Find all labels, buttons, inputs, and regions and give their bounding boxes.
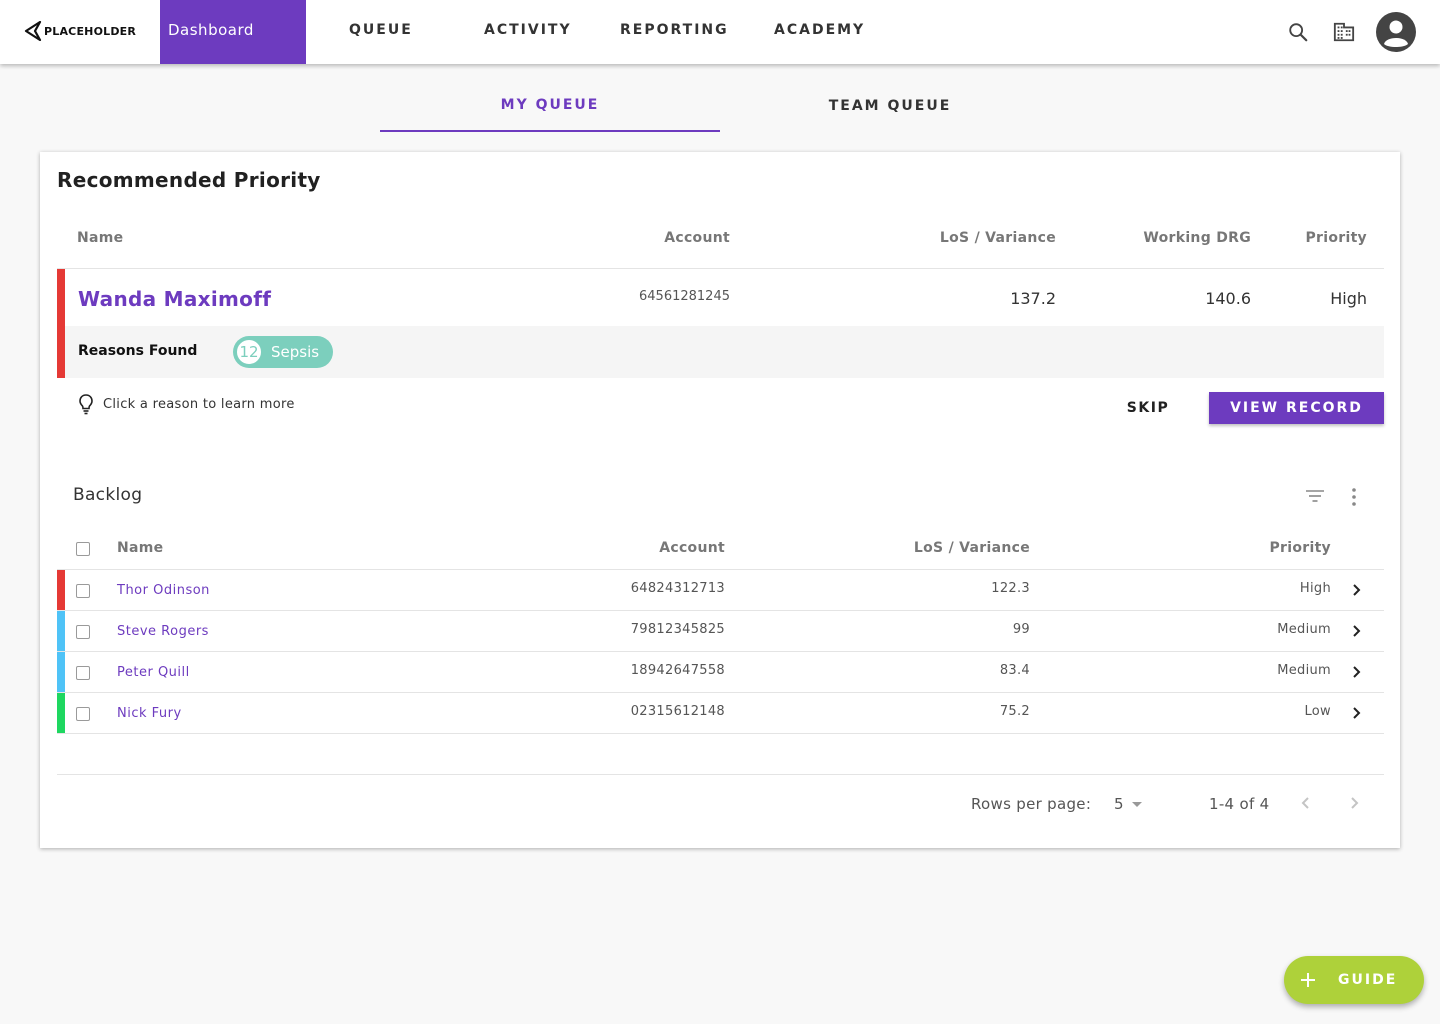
row-los-variance: 122.3 xyxy=(991,581,1030,596)
search-icon[interactable] xyxy=(1286,20,1310,44)
chevron-right-icon[interactable] xyxy=(1347,795,1361,811)
backlog-title: Backlog xyxy=(73,485,143,505)
priority-indicator-bar xyxy=(57,611,65,651)
header-working-drg: Working DRG xyxy=(1143,230,1251,246)
header-name: Name xyxy=(77,230,124,246)
reason-chip-count: 12 xyxy=(235,338,263,366)
queue-card: Recommended Priority Name Account LoS / … xyxy=(40,152,1400,848)
patient-priority: High xyxy=(1330,289,1367,308)
guide-button[interactable]: GUIDE xyxy=(1284,956,1424,1004)
account-avatar-icon[interactable] xyxy=(1375,11,1417,53)
row-priority: Low xyxy=(1304,704,1331,719)
pagination-divider xyxy=(57,774,1384,775)
row-checkbox[interactable] xyxy=(76,707,90,721)
rows-per-page-label: Rows per page: xyxy=(971,795,1092,813)
priority-indicator-bar xyxy=(57,693,65,733)
backlog-header-los-variance: LoS / Variance xyxy=(913,540,1030,556)
chevron-right-icon[interactable] xyxy=(1349,664,1363,680)
nav-dashboard[interactable]: Dashboard xyxy=(160,0,306,64)
patient-los-variance: 137.2 xyxy=(1010,289,1056,308)
nav-reporting[interactable]: REPORTING xyxy=(620,0,729,64)
reason-chip-sepsis[interactable]: 12 Sepsis xyxy=(233,336,333,368)
top-navigation-bar: PLACEHOLDER Dashboard QUEUE ACTIVITY REP… xyxy=(0,0,1440,64)
recommended-priority-title: Recommended Priority xyxy=(57,168,321,192)
row-checkbox[interactable] xyxy=(76,584,90,598)
table-row[interactable]: Steve Rogers 79812345825 99 Medium xyxy=(57,611,1384,652)
backlog-header-priority: Priority xyxy=(1269,540,1331,556)
reason-chip-label: Sepsis xyxy=(271,343,320,361)
row-account: 79812345825 xyxy=(630,622,725,637)
row-account: 64824312713 xyxy=(630,581,725,596)
nav-academy[interactable]: ACADEMY xyxy=(774,0,865,64)
row-los-variance: 99 xyxy=(1012,622,1030,637)
chevron-left-icon[interactable] xyxy=(1299,795,1313,811)
guide-button-label: GUIDE xyxy=(1338,972,1398,988)
backlog-header-account: Account xyxy=(659,540,725,556)
priority-indicator-bar xyxy=(57,269,65,378)
brand-logo[interactable]: PLACEHOLDER xyxy=(24,21,136,41)
row-checkbox[interactable] xyxy=(76,625,90,639)
row-priority: Medium xyxy=(1277,663,1331,678)
more-options-icon[interactable] xyxy=(1346,487,1362,511)
table-row[interactable]: Thor Odinson 64824312713 122.3 High xyxy=(57,570,1384,611)
pagination-range: 1-4 of 4 xyxy=(1209,795,1270,813)
row-name-link[interactable]: Steve Rogers xyxy=(117,624,209,639)
row-name-link[interactable]: Thor Odinson xyxy=(117,583,210,598)
tab-team-queue[interactable]: TEAM QUEUE xyxy=(720,80,1060,132)
row-los-variance: 75.2 xyxy=(999,704,1030,719)
select-all-checkbox[interactable] xyxy=(76,542,90,556)
brand-name: PLACEHOLDER xyxy=(44,24,137,38)
chevron-right-icon[interactable] xyxy=(1349,582,1363,598)
patient-name-link[interactable]: Wanda Maximoff xyxy=(78,287,271,311)
lightbulb-icon xyxy=(79,394,93,415)
backlog-header-name: Name xyxy=(117,540,164,556)
reasons-found-row: Reasons Found 12 Sepsis xyxy=(65,326,1384,378)
row-priority: High xyxy=(1299,581,1331,596)
plus-icon xyxy=(1301,973,1315,987)
row-account: 02315612148 xyxy=(630,704,725,719)
nav-activity[interactable]: ACTIVITY xyxy=(484,0,572,64)
patient-account: 64561281245 xyxy=(639,289,730,304)
header-priority: Priority xyxy=(1305,230,1367,246)
priority-indicator-bar xyxy=(57,570,65,610)
logo-arrow-icon xyxy=(24,21,42,41)
rows-per-page-value: 5 xyxy=(1114,795,1124,813)
chevron-right-icon[interactable] xyxy=(1349,705,1363,721)
row-los-variance: 83.4 xyxy=(999,663,1030,678)
chevron-right-icon[interactable] xyxy=(1349,623,1363,639)
row-name-link[interactable]: Nick Fury xyxy=(117,706,182,721)
table-row[interactable]: Peter Quill 18942647558 83.4 Medium xyxy=(57,652,1384,693)
row-priority: Medium xyxy=(1277,622,1331,637)
skip-button[interactable]: SKIP xyxy=(1108,392,1188,424)
row-name-link[interactable]: Peter Quill xyxy=(117,665,190,680)
header-los-variance: LoS / Variance xyxy=(939,230,1056,246)
recommended-patient-row[interactable]: Wanda Maximoff 64561281245 137.2 140.6 H… xyxy=(57,269,1384,378)
table-row[interactable]: Nick Fury 02315612148 75.2 Low xyxy=(57,693,1384,734)
nav-queue[interactable]: QUEUE xyxy=(349,0,413,64)
priority-indicator-bar xyxy=(57,652,65,692)
caret-down-icon xyxy=(1131,802,1142,807)
row-account: 18942647558 xyxy=(630,663,725,678)
reason-hint: Click a reason to learn more xyxy=(78,393,295,415)
building-icon[interactable] xyxy=(1332,20,1356,44)
row-checkbox[interactable] xyxy=(76,666,90,680)
reasons-found-label: Reasons Found xyxy=(78,343,198,359)
hint-text: Click a reason to learn more xyxy=(103,396,295,412)
view-record-button[interactable]: VIEW RECORD xyxy=(1209,392,1384,424)
patient-working-drg: 140.6 xyxy=(1205,289,1251,308)
tab-my-queue[interactable]: MY QUEUE xyxy=(380,80,720,132)
header-account: Account xyxy=(664,230,730,246)
filter-icon[interactable] xyxy=(1304,488,1326,508)
rows-per-page-select[interactable]: 5 xyxy=(1114,795,1144,813)
